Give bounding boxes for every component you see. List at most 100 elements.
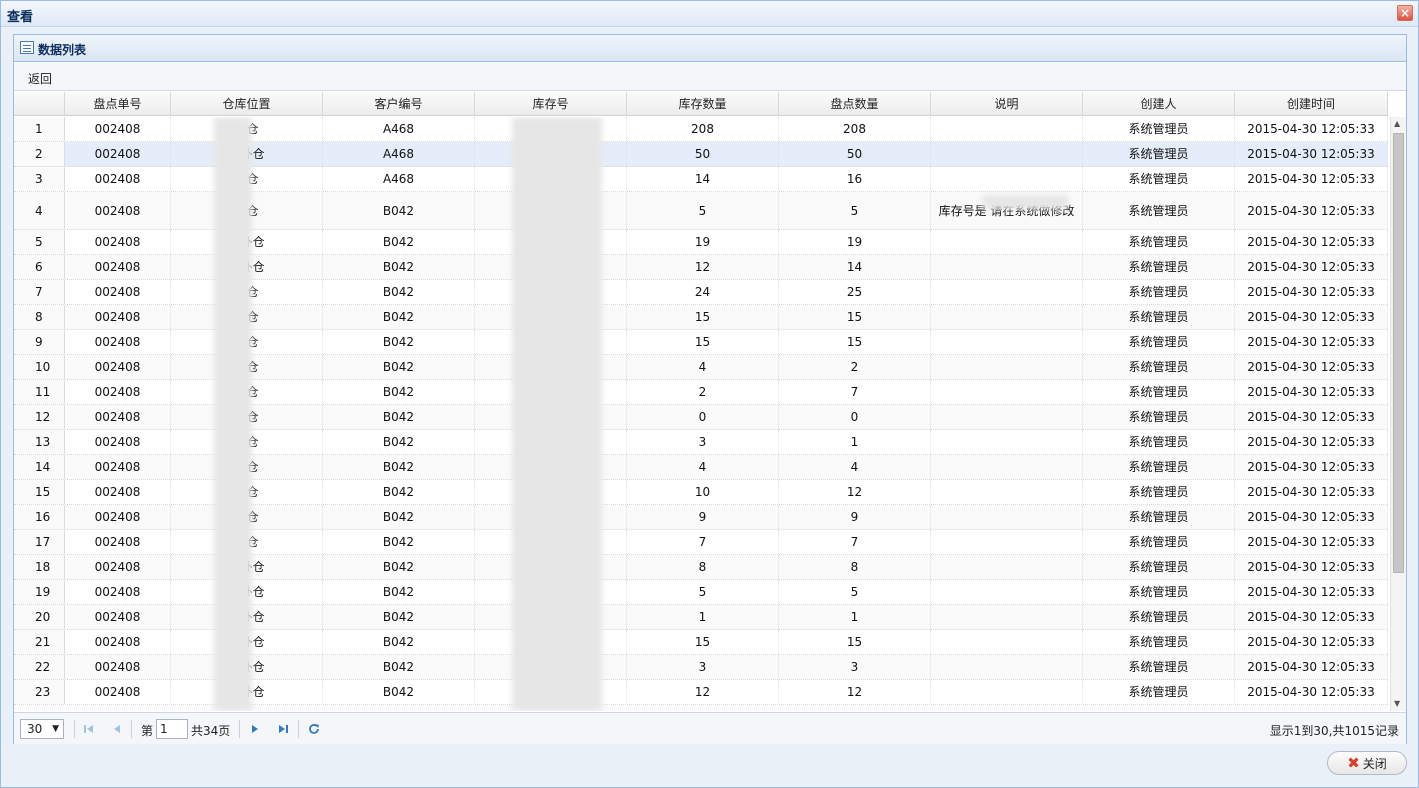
list-icon xyxy=(20,41,34,54)
column-header[interactable]: 创建时间 xyxy=(1235,92,1388,116)
cell-count: 9 xyxy=(779,505,931,529)
next-page-icon[interactable] xyxy=(248,722,262,736)
cell-count: 1 xyxy=(779,605,931,629)
cell-order: 002408 xyxy=(65,330,171,354)
close-x-icon: ✖ xyxy=(1347,754,1360,772)
row-number: 6 xyxy=(14,255,65,279)
row-number: 2 xyxy=(14,142,65,166)
cell-note xyxy=(931,142,1083,166)
close-button-label: 关闭 xyxy=(1362,757,1387,771)
cell-count: 16 xyxy=(779,167,931,191)
cell-note xyxy=(931,305,1083,329)
cell-stock: 7 xyxy=(627,530,779,554)
chevron-down-icon: ▼ xyxy=(52,724,59,734)
cell-creator: 系统管理员 xyxy=(1083,455,1235,479)
row-number: 10 xyxy=(14,355,65,379)
cell-cust: B042 xyxy=(323,630,475,654)
cell-note xyxy=(931,480,1083,504)
cell-order: 002408 xyxy=(65,580,171,604)
cell-creator: 系统管理员 xyxy=(1083,142,1235,166)
cell-time: 2015-04-30 12:05:33 xyxy=(1235,555,1388,579)
column-header[interactable]: 客户编号 xyxy=(323,92,475,116)
cell-order: 002408 xyxy=(65,355,171,379)
column-header[interactable]: 盘点单号 xyxy=(65,92,171,116)
cell-creator: 系统管理员 xyxy=(1083,405,1235,429)
page-size-select[interactable]: 30 ▼ xyxy=(20,719,64,739)
cell-order: 002408 xyxy=(65,305,171,329)
close-icon[interactable]: × xyxy=(1397,5,1413,21)
cell-creator: 系统管理员 xyxy=(1083,230,1235,254)
redaction-blur xyxy=(512,117,602,711)
window-title: 查看 xyxy=(7,10,34,25)
redaction-blur xyxy=(214,117,252,711)
column-header[interactable]: 创建人 xyxy=(1083,92,1235,116)
cell-stock: 50 xyxy=(627,142,779,166)
cell-cust: B042 xyxy=(323,605,475,629)
row-number: 22 xyxy=(14,655,65,679)
scroll-up-icon[interactable]: ▲ xyxy=(1394,119,1400,128)
pagination-bar: 30 ▼ 第 1 共34页 显示1到30,共1015记录 xyxy=(14,712,1406,744)
cell-cust: A468 xyxy=(323,167,475,191)
page-number-input[interactable]: 1 xyxy=(156,719,188,739)
cell-count: 12 xyxy=(779,680,931,704)
row-number: 12 xyxy=(14,405,65,429)
cell-count: 7 xyxy=(779,380,931,404)
cell-count: 19 xyxy=(779,230,931,254)
cell-time: 2015-04-30 12:05:33 xyxy=(1235,117,1388,141)
cell-time: 2015-04-30 12:05:33 xyxy=(1235,680,1388,704)
scroll-down-icon[interactable]: ▼ xyxy=(1394,699,1400,708)
cell-cust: B042 xyxy=(323,305,475,329)
cell-creator: 系统管理员 xyxy=(1083,480,1235,504)
vertical-scrollbar[interactable]: ▲ ▼ xyxy=(1390,117,1406,711)
cell-time: 2015-04-30 12:05:33 xyxy=(1235,380,1388,404)
column-header[interactable]: 仓库位置 xyxy=(171,92,323,116)
cell-time: 2015-04-30 12:05:33 xyxy=(1235,255,1388,279)
cell-cust: B042 xyxy=(323,480,475,504)
cell-order: 002408 xyxy=(65,230,171,254)
cell-count: 8 xyxy=(779,555,931,579)
cell-stock: 12 xyxy=(627,680,779,704)
cell-count: 15 xyxy=(779,305,931,329)
column-header[interactable]: 盘点数量 xyxy=(779,92,931,116)
row-number-header xyxy=(14,92,65,116)
cell-cust: B042 xyxy=(323,655,475,679)
cell-count: 50 xyxy=(779,142,931,166)
cell-note xyxy=(931,355,1083,379)
cell-note xyxy=(931,430,1083,454)
close-button[interactable]: ✖ 关闭 xyxy=(1327,751,1407,775)
cell-stock: 1 xyxy=(627,605,779,629)
column-header[interactable]: 库存号 xyxy=(475,92,627,116)
redaction-blur xyxy=(982,195,1068,209)
column-header[interactable]: 说明 xyxy=(931,92,1083,116)
row-number: 18 xyxy=(14,555,65,579)
cell-stock: 14 xyxy=(627,167,779,191)
last-page-icon[interactable] xyxy=(276,722,290,736)
scrollbar-thumb[interactable] xyxy=(1393,133,1404,573)
pager-divider xyxy=(298,720,299,738)
cell-cust: B042 xyxy=(323,430,475,454)
cell-time: 2015-04-30 12:05:33 xyxy=(1235,630,1388,654)
prev-page-icon[interactable] xyxy=(110,722,124,736)
refresh-icon[interactable] xyxy=(307,722,321,736)
cell-creator: 系统管理员 xyxy=(1083,117,1235,141)
cell-stock: 5 xyxy=(627,192,779,229)
cell-stock: 24 xyxy=(627,280,779,304)
cell-order: 002408 xyxy=(65,167,171,191)
cell-order: 002408 xyxy=(65,555,171,579)
back-button[interactable]: 返回 xyxy=(28,70,52,87)
row-number: 13 xyxy=(14,430,65,454)
cell-creator: 系统管理员 xyxy=(1083,605,1235,629)
page-size-value: 30 xyxy=(27,722,43,736)
cell-order: 002408 xyxy=(65,142,171,166)
cell-order: 002408 xyxy=(65,117,171,141)
cell-stock: 9 xyxy=(627,505,779,529)
cell-order: 002408 xyxy=(65,380,171,404)
cell-cust: B042 xyxy=(323,505,475,529)
cell-order: 002408 xyxy=(65,655,171,679)
cell-note xyxy=(931,505,1083,529)
row-number: 14 xyxy=(14,455,65,479)
first-page-icon[interactable] xyxy=(82,722,96,736)
column-header[interactable]: 库存数量 xyxy=(627,92,779,116)
cell-count: 5 xyxy=(779,192,931,229)
cell-stock: 3 xyxy=(627,430,779,454)
